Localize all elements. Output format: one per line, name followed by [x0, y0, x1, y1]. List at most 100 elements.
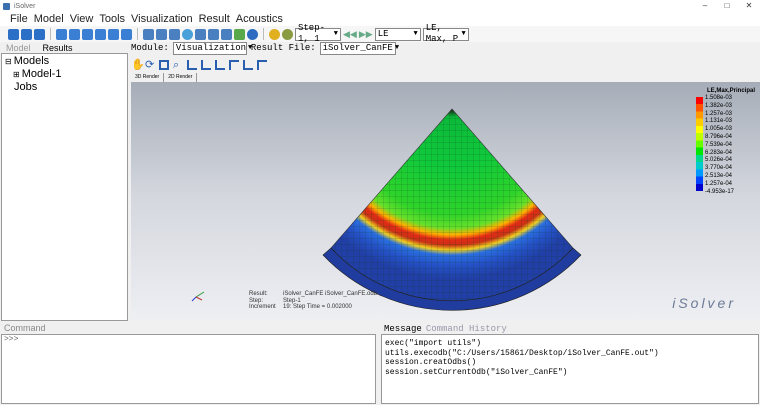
close-icon[interactable]: ✕ — [738, 0, 760, 12]
menu-bar: File Model View Tools Visualization Resu… — [0, 12, 760, 26]
menu-result[interactable]: Result — [196, 12, 233, 26]
sketch-icon[interactable] — [169, 28, 180, 40]
model-tree-panel: Model Results ⊟ Models ⊞ Model-1 Jobs — [0, 42, 129, 322]
pan-icon[interactable]: ✋ — [131, 60, 145, 71]
tab-results[interactable]: Results — [37, 43, 79, 53]
command-prompt: >>> — [4, 335, 19, 344]
view-toolbar: ✋ ⟳ ⌕ — [131, 58, 267, 72]
menu-acoustics[interactable]: Acoustics — [233, 12, 286, 26]
cursor-icon[interactable] — [208, 28, 219, 40]
legend-value: -4.953e-17 — [705, 188, 735, 195]
tab-3d-render[interactable]: 3D Render — [131, 73, 165, 82]
title-bar: iSolver – □ ✕ — [0, 0, 760, 12]
assembly-icon[interactable] — [82, 28, 93, 40]
tree-item-label: Models — [13, 55, 50, 67]
viewport[interactable]: LE,Max,Principal 1.508e-03 1.382e-03 1.2… — [131, 82, 760, 320]
play-icon[interactable] — [269, 28, 280, 40]
next-frame-icon[interactable]: ▶▶ — [359, 29, 373, 40]
tree-item-label: Model-1 — [21, 68, 62, 80]
viewport-tabs: 3D Render 2D Render — [131, 73, 198, 82]
legend-value: 1.131e-03 — [705, 118, 733, 125]
field-select[interactable]: LE ▼ — [374, 27, 421, 41]
tree-item-model-1[interactable]: ⊞ Model-1 — [2, 68, 127, 81]
info-icon[interactable] — [247, 28, 258, 40]
field-select-value: LE — [377, 28, 389, 39]
sector-grid — [331, 109, 573, 301]
collapse-icon[interactable]: ⊟ — [2, 57, 14, 66]
fit-view-icon[interactable] — [159, 60, 169, 70]
legend-value: 6.283e-04 — [705, 149, 733, 156]
component-select[interactable]: LE, Max, P ▼ — [422, 23, 469, 44]
legend-values: 1.508e-03 1.382e-03 1.257e-03 1.131e-03 … — [705, 95, 734, 196]
interaction-icon[interactable] — [108, 28, 119, 40]
part-icon[interactable] — [56, 28, 67, 40]
contour-plot — [191, 108, 582, 311]
property-icon[interactable] — [69, 28, 80, 40]
model-tree: ⊟ Models ⊞ Model-1 Jobs — [1, 53, 128, 321]
step-select[interactable]: Step-1, 1 ▼ — [295, 23, 341, 44]
menu-tools[interactable]: Tools — [96, 12, 128, 26]
tab-command-history[interactable]: Command History — [426, 324, 511, 334]
result-file-label: Result File: — [250, 43, 316, 53]
job-icon[interactable] — [156, 28, 167, 40]
legend-title: LE,Max,Principal — [706, 88, 755, 94]
maximize-icon[interactable]: □ — [716, 0, 738, 12]
view-bottom-icon[interactable] — [229, 60, 239, 70]
view-top-icon[interactable] — [215, 60, 225, 70]
tree-item-models[interactable]: ⊟ Models — [2, 55, 127, 68]
chevron-down-icon: ▼ — [333, 29, 338, 38]
result-info: Result: iSolver_CanFE iSolver_CanFE.odb S… — [249, 291, 377, 311]
legend-value: 1.005e-03 — [705, 126, 733, 133]
toolbar-separator — [137, 28, 138, 40]
cylinder-icon[interactable] — [195, 28, 206, 40]
sphere-icon[interactable] — [182, 28, 193, 40]
view-iso-icon[interactable] — [257, 60, 267, 70]
message-tabs: Message Command History — [384, 324, 511, 334]
view-left-icon[interactable] — [243, 60, 253, 70]
menu-visualization[interactable]: Visualization — [128, 12, 196, 26]
result-file-select[interactable]: iSolver_CanFE ▼ — [319, 41, 399, 55]
tab-message[interactable]: Message — [384, 324, 426, 334]
legend-value: 8.796e-04 — [705, 133, 733, 140]
rotate-icon[interactable]: ⟳ — [145, 60, 155, 71]
legend-color-bar — [696, 97, 703, 191]
zoom-icon[interactable]: ⌕ — [173, 60, 183, 71]
save-icon[interactable] — [34, 28, 45, 40]
tree-item-jobs[interactable]: Jobs — [2, 81, 127, 94]
plot-icon[interactable] — [234, 28, 245, 40]
tab-model[interactable]: Model — [0, 43, 37, 53]
tab-2d-render[interactable]: 2D Render — [164, 73, 198, 82]
menu-view[interactable]: View — [67, 12, 97, 26]
view-front-icon[interactable] — [187, 60, 197, 70]
axis-triad — [191, 291, 205, 302]
command-console[interactable]: >>> — [1, 334, 376, 404]
expand-icon[interactable]: ⊞ — [13, 70, 22, 79]
load-icon[interactable] — [121, 28, 132, 40]
minimize-icon[interactable]: – — [694, 0, 716, 12]
module-select[interactable]: Visualization ▼ — [172, 41, 252, 55]
legend-value: 1.382e-03 — [705, 102, 733, 109]
open-file-icon[interactable] — [21, 28, 32, 40]
window-title: iSolver — [14, 2, 36, 10]
message-log: exec("import utils") utils.execodb("C:/U… — [381, 334, 759, 404]
step-icon[interactable] — [95, 28, 106, 40]
legend-value: 1.257e-03 — [705, 110, 733, 117]
previous-frame-icon[interactable]: ◀◀ — [343, 29, 357, 40]
increment-value: 19: Step Time = 0.002000 — [283, 304, 352, 310]
probe-icon[interactable] — [221, 28, 232, 40]
left-tabs: Model Results — [0, 42, 129, 53]
command-label: Command — [4, 323, 46, 333]
menu-model[interactable]: Model — [31, 12, 67, 26]
view-back-icon[interactable] — [201, 60, 211, 70]
mesh-icon[interactable] — [143, 28, 154, 40]
legend-value: 3.770e-04 — [705, 165, 733, 172]
chevron-down-icon: ▼ — [461, 29, 466, 38]
module-bar: Module: Visualization ▼ Result File: iSol… — [131, 41, 760, 55]
legend-value: 1.257e-04 — [705, 180, 733, 187]
contour-legend: LE,Max,Principal 1.508e-03 1.382e-03 1.2… — [693, 88, 755, 195]
module-select-value: Visualization — [175, 42, 247, 53]
settings-icon[interactable] — [282, 28, 293, 40]
menu-file[interactable]: File — [0, 12, 31, 26]
tree-item-label: Jobs — [14, 81, 38, 93]
new-file-icon[interactable] — [8, 28, 19, 40]
